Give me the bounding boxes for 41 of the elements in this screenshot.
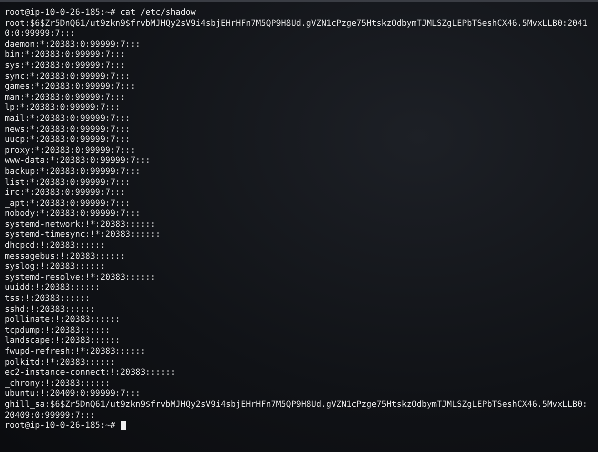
terminal-output-line: proxy:*:20383:0:99999:7::: [5,144,136,156]
terminal-output-line: tcpdump:!:20383:::::: [5,324,110,336]
terminal-output-line: root:$6$Zr5DnQ61/ut9zkn9$frvbMJHQy2sV9i4sbjEHrHFn7M5QP9H8Ud.gVZN1cPzge75HtskzOdbymTJMLSZgLEPbTSeshCX46.5MvxLLB0:2041 [5,18,588,28]
terminal-output-line: root@ip-10-0-26-185:~# cat /etc/shadow [5,7,196,18]
terminal-output-line: dhcpcd:!:20383:::::: [5,240,106,251]
terminal-output-line: sync:*:20383:0:99999:7::: [5,70,131,82]
terminal-prompt: root@ip-10-0-26-185:~# [5,420,116,431]
terminal-output-line: fwupd-refresh:!*:20383:::::: [5,346,146,357]
terminal-output-line: daemon:*:20383:0:99999:7::: [5,38,141,50]
terminal-output-line: backup:*:20383:0:99999:7::: [5,166,141,176]
terminal-output-line: games:*:20383:0:99999:7::: [5,81,136,92]
terminal-output-line: www-data:*:20383:0:99999:7::: [5,155,151,166]
terminal-output-line: man:*:20383:0:99999:7::: [5,92,126,102]
terminal-output-line: 20409:0:99999:7::: [5,410,96,420]
terminal-output-line: lp:*:20383:0:99999:7::: [5,102,121,113]
terminal-output-line: tss:!:20383:::::: [5,293,90,304]
terminal-output-line: landscape:!:20383:::::: [5,335,121,346]
terminal-output-line: polkitd:!*:20383:::::: [5,356,116,368]
terminal-output-line: syslog:!:20383:::::: [5,261,106,272]
terminal-output-line: _chrony:!:20383:::::: [5,378,110,388]
terminal-output-line: sshd:!:20383:::::: [5,304,96,314]
terminal-output-line: messagebus:!:20383:::::: [5,250,126,262]
terminal-output-line: news:*:20383:0:99999:7::: [5,124,131,134]
terminal-output-line: list:*:20383:0:99999:7::: [5,176,131,188]
terminal-output-line: ec2-instance-connect:!:20383:::::: [5,367,176,378]
terminal-output-line: ubuntu:!:20409:0:99999:7::: [5,388,141,399]
cursor-icon [120,420,126,430]
terminal-output-line: 0:0:99999:7::: [5,28,76,39]
terminal-output-line: irc:*:20383:0:99999:7::: [5,187,126,198]
terminal-output-line: mail:*:20383:0:99999:7::: [5,112,131,124]
terminal-output-line: bin:*:20383:0:99999:7::: [5,49,126,60]
terminal-output-line: ghill_sa:$6$Zr5DnQ61/ut9zkn9$frvbMJHQy2sV9i4sbjEHrHFn7M5QP9H8Ud.gVZN1cPzge75HtskzOdbymTJMLSZgLEPbTSeshCX46.5MvxLLB0: [5,398,588,410]
terminal-output-line: _apt:*:20383:0:99999:7::: [5,198,131,208]
terminal-output-line: systemd-network:!*:20383:::::: [5,218,156,230]
terminal-output-line: uucp:*:20383:0:99999:7::: [5,134,131,145]
terminal-output-line: sys:*:20383:0:99999:7::: [5,60,126,71]
terminal-output-line: pollinate:!:20383:::::: [5,314,121,325]
terminal-output-line: systemd-resolve:!*:20383:::::: [5,272,156,282]
terminal-output-line: nobody:*:20383:0:99999:7::: [5,208,141,219]
terminal-output-line: systemd-timesync:!*:20383:::::: [5,229,161,240]
terminal-output-line: uuidd:!:20383:::::: [5,282,100,294]
